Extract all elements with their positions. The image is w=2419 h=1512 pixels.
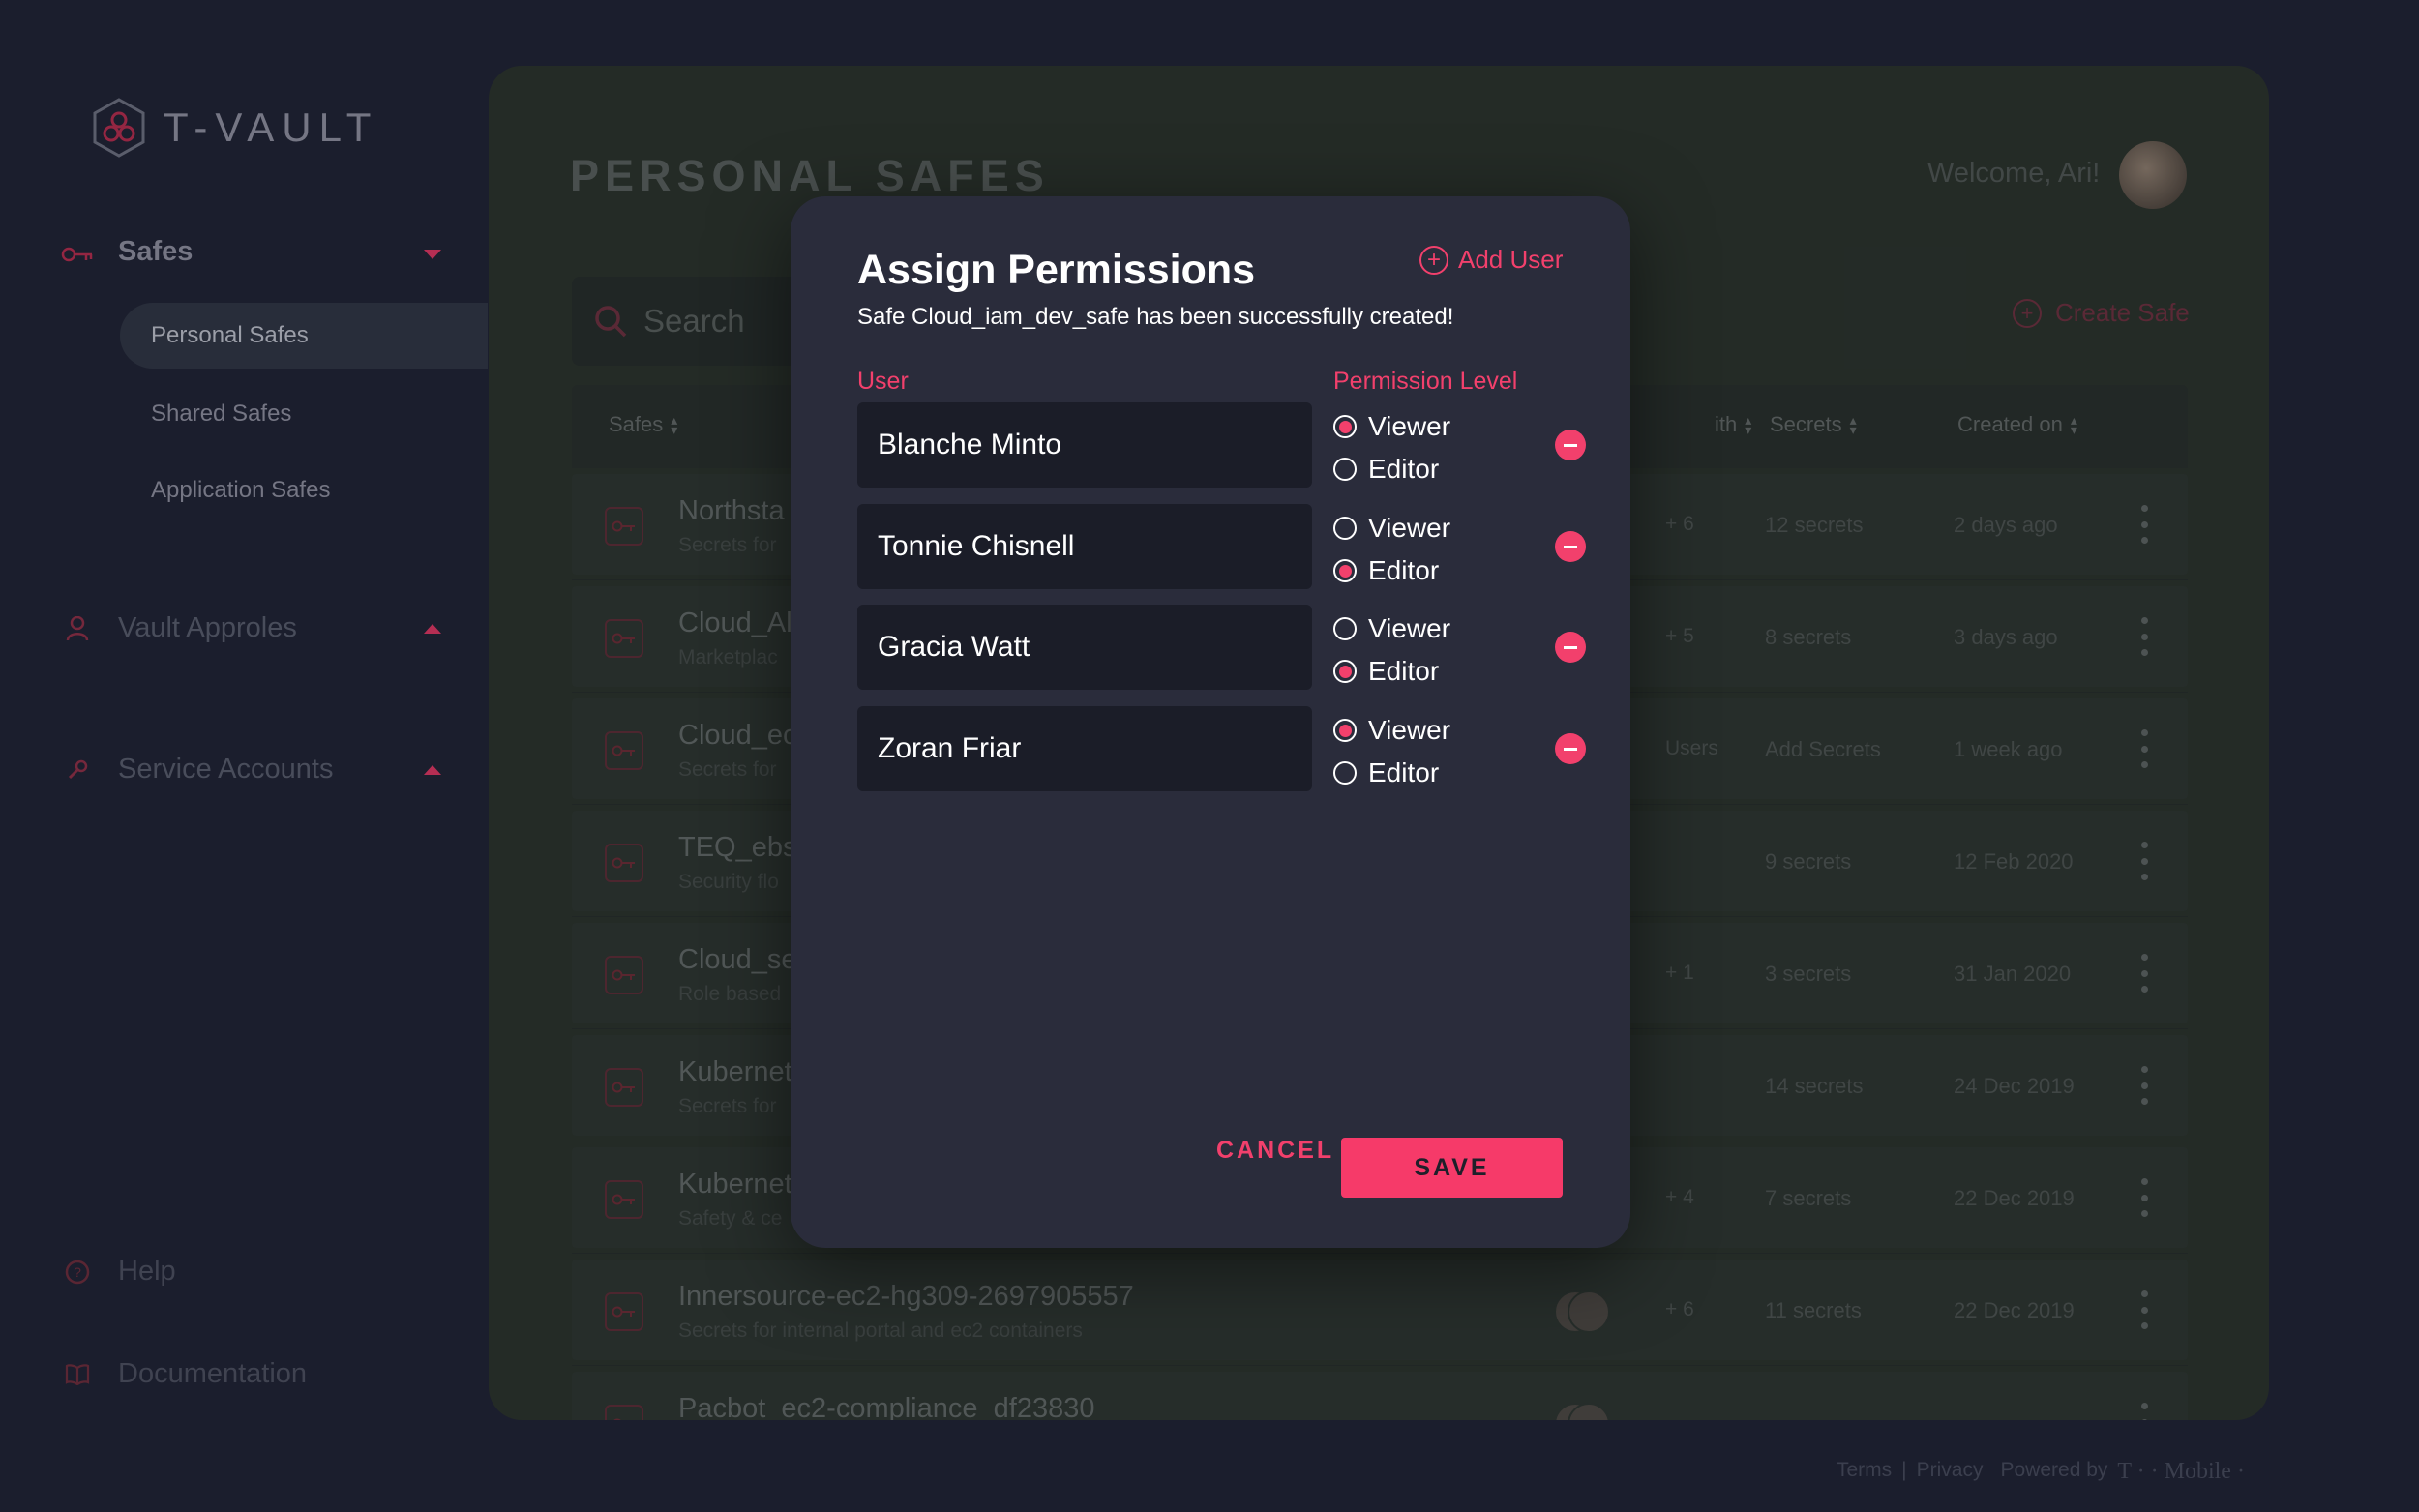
radio-button-icon (1333, 660, 1357, 683)
minus-icon (1564, 443, 1577, 447)
permission-row: Gracia Watt Viewer Editor (857, 605, 1593, 690)
permission-column-header: Permission Level (1333, 368, 1518, 395)
assign-permissions-dialog: Assign Permissions + Add User Safe Cloud… (791, 196, 1630, 1248)
user-name-field[interactable]: Zoran Friar (857, 706, 1312, 791)
minus-icon (1564, 747, 1577, 751)
viewer-label: Viewer (1368, 715, 1451, 745)
remove-user-button[interactable] (1555, 632, 1586, 663)
permission-row: Zoran Friar Viewer Editor (857, 706, 1593, 791)
viewer-radio[interactable]: Viewer (1333, 513, 1450, 544)
dialog-title: Assign Permissions (857, 247, 1256, 293)
cancel-button[interactable]: CANCEL (1216, 1137, 1334, 1165)
add-user-label: Add User (1458, 245, 1564, 274)
editor-radio[interactable]: Editor (1333, 757, 1439, 788)
editor-label: Editor (1368, 757, 1440, 787)
minus-icon (1564, 645, 1577, 649)
editor-radio[interactable]: Editor (1333, 656, 1439, 687)
user-name-field[interactable]: Blanche Minto (857, 402, 1312, 488)
viewer-radio[interactable]: Viewer (1333, 613, 1450, 644)
minus-icon (1564, 545, 1577, 548)
user-column-header: User (857, 368, 909, 395)
radio-button-icon (1333, 458, 1357, 481)
radio-button-icon (1333, 719, 1357, 742)
remove-user-button[interactable] (1555, 531, 1586, 562)
user-name-field[interactable]: Gracia Watt (857, 605, 1312, 690)
viewer-radio[interactable]: Viewer (1333, 411, 1450, 442)
permission-row: Tonnie Chisnell Viewer Editor (857, 504, 1593, 589)
editor-label: Editor (1368, 656, 1440, 686)
dialog-subtitle: Safe Cloud_iam_dev_safe has been success… (857, 304, 1454, 330)
remove-user-button[interactable] (1555, 430, 1586, 460)
permission-row: Blanche Minto Viewer Editor (857, 402, 1593, 488)
editor-radio[interactable]: Editor (1333, 555, 1439, 586)
viewer-label: Viewer (1368, 613, 1451, 643)
radio-button-icon (1333, 559, 1357, 582)
editor-label: Editor (1368, 454, 1440, 484)
radio-button-icon (1333, 415, 1357, 438)
radio-button-icon (1333, 761, 1357, 785)
viewer-label: Viewer (1368, 411, 1451, 441)
user-name-field[interactable]: Tonnie Chisnell (857, 504, 1312, 589)
remove-user-button[interactable] (1555, 733, 1586, 764)
editor-label: Editor (1368, 555, 1440, 585)
save-button[interactable]: SAVE (1341, 1138, 1563, 1198)
radio-button-icon (1333, 517, 1357, 540)
radio-button-icon (1333, 617, 1357, 640)
add-user-button[interactable]: + Add User (1419, 245, 1563, 275)
plus-circle-icon: + (1419, 245, 1448, 275)
editor-radio[interactable]: Editor (1333, 454, 1439, 485)
viewer-radio[interactable]: Viewer (1333, 715, 1450, 746)
viewer-label: Viewer (1368, 513, 1451, 543)
